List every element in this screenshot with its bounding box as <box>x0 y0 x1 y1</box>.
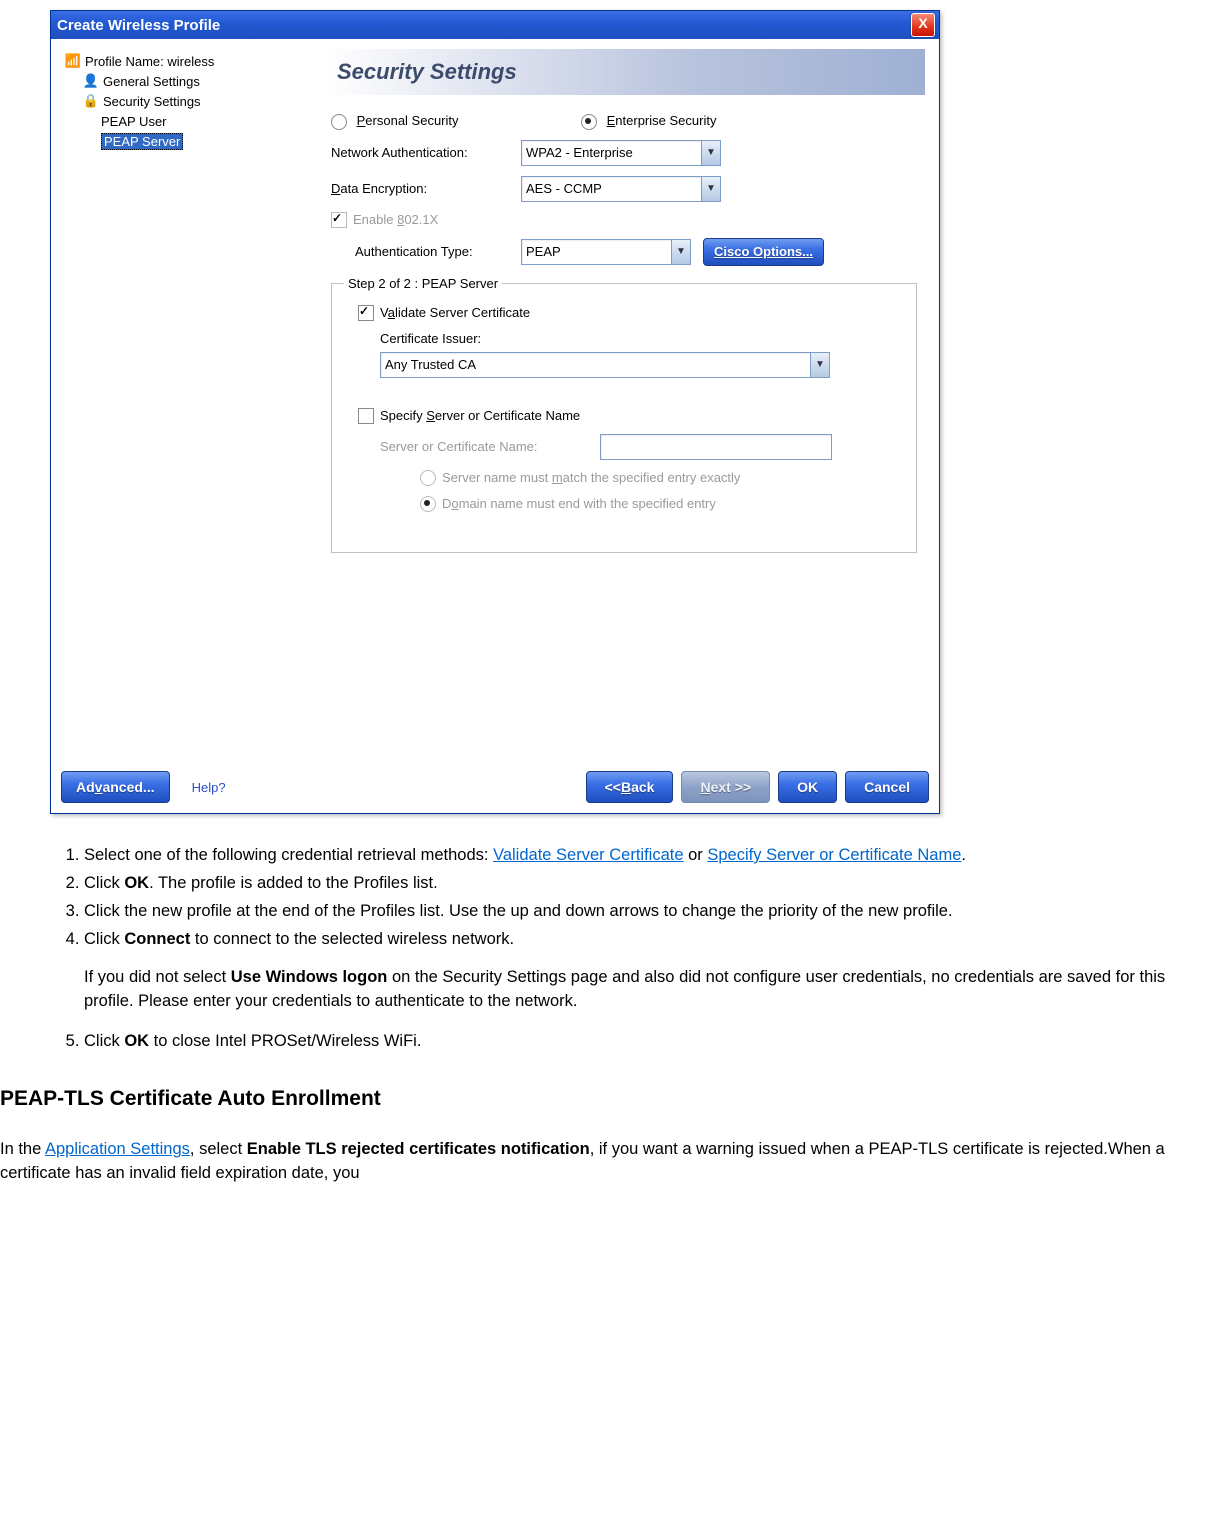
ok-button[interactable]: OK <box>778 771 837 803</box>
list-item: Select one of the following credential r… <box>84 844 1202 868</box>
help-link[interactable]: Help? <box>192 780 226 795</box>
checkbox-icon <box>358 408 374 424</box>
select-value: AES - CCMP <box>526 181 602 196</box>
lock-icon: 🔒 <box>83 93 99 109</box>
specify-server-name-link[interactable]: Specify Server or Certificate Name <box>707 846 961 864</box>
chevron-down-icon: ▼ <box>701 141 720 165</box>
list-item: Click Connect to connect to the selected… <box>84 928 1202 1014</box>
titlebar: Create Wireless Profile X <box>51 11 939 39</box>
doc-text: Select one of the following credential r… <box>0 814 1212 1186</box>
create-wireless-profile-window: Create Wireless Profile X 📶 Profile Name… <box>50 10 940 814</box>
list-item: Click OK to close Intel PROSet/Wireless … <box>84 1030 1202 1054</box>
checkbox-icon <box>331 212 347 228</box>
peap-server-step-box: Step 2 of 2 : PEAP Server Validate Serve… <box>331 276 917 553</box>
tree-item-label: Profile Name: wireless <box>85 54 214 69</box>
validate-cert-checkbox[interactable]: Validate Server Certificate Validate Ser… <box>358 305 904 321</box>
tree-item-general-settings[interactable]: 👤 General Settings <box>61 71 309 91</box>
select-value: Any Trusted CA <box>385 357 476 372</box>
list-item: Click the new profile at the end of the … <box>84 900 1202 924</box>
wifi-icon: 📶 <box>65 53 81 69</box>
cancel-button[interactable]: Cancel <box>845 771 929 803</box>
checkbox-icon <box>358 305 374 321</box>
window-title: Create Wireless Profile <box>57 17 911 34</box>
server-name-label: Server or Certificate Name: <box>380 439 600 454</box>
server-name-input <box>600 434 832 460</box>
network-auth-label: Network Authentication: <box>331 145 521 160</box>
chevron-down-icon: ▼ <box>701 177 720 201</box>
cisco-options-button[interactable]: Cisco Options... <box>703 238 824 266</box>
tree-item-peap-server[interactable]: PEAP Server <box>61 131 309 151</box>
button-label: Cisco Options... <box>714 244 813 259</box>
validate-server-cert-link[interactable]: Validate Server Certificate <box>493 846 683 864</box>
tree-item-label: PEAP User <box>101 114 167 129</box>
tree-item-label: General Settings <box>103 74 200 89</box>
radio-icon <box>331 114 347 130</box>
step-legend: Step 2 of 2 : PEAP Server <box>344 276 502 291</box>
tree-item-label: Security Settings <box>103 94 201 109</box>
enterprise-security-radio[interactable]: EEnterprise Securitynterprise Security <box>581 113 716 130</box>
radio-icon <box>420 470 436 486</box>
next-button: Next >> Next >> <box>681 771 770 803</box>
domain-end-radio: Domain name must end with the specified … <box>380 496 904 512</box>
select-value: WPA2 - Enterprise <box>526 145 633 160</box>
radio-icon <box>420 496 436 512</box>
close-icon[interactable]: X <box>911 13 935 37</box>
user-icon: 👤 <box>83 73 99 89</box>
network-auth-select[interactable]: WPA2 - Enterprise ▼ <box>521 140 721 166</box>
cert-issuer-select[interactable]: Any Trusted CA ▼ <box>380 352 830 378</box>
tree-item-peap-user[interactable]: PEAP User <box>61 111 309 131</box>
banner-title: Security Settings <box>323 49 925 95</box>
profile-tree: 📶 Profile Name: wireless 👤 General Setti… <box>57 45 313 757</box>
list-item: Click OK. The profile is added to the Pr… <box>84 872 1202 896</box>
personal-security-radio[interactable]: PPersonal Securityersonal Security <box>331 113 581 130</box>
tree-item-profile[interactable]: 📶 Profile Name: wireless <box>61 51 309 71</box>
data-encryption-select[interactable]: AES - CCMP ▼ <box>521 176 721 202</box>
cert-issuer-label: Certificate Issuer: <box>380 331 904 346</box>
application-settings-link[interactable]: Application Settings <box>45 1140 190 1158</box>
specify-server-name-checkbox[interactable]: Specify Server or Certificate Name Speci… <box>358 408 904 424</box>
radio-icon <box>581 114 597 130</box>
enable-8021x-checkbox: Enable 802.1X Enable 802.1X <box>331 212 917 228</box>
advanced-button[interactable]: Advanced... Advanced... <box>61 771 170 803</box>
auth-type-label: Authentication Type: <box>355 244 521 259</box>
match-exact-radio: Server name must match the specified ent… <box>380 470 904 486</box>
chevron-down-icon: ▼ <box>671 240 690 264</box>
section-heading: PEAP-TLS Certificate Auto Enrollment <box>0 1084 1212 1114</box>
auth-type-select[interactable]: PEAP ▼ <box>521 239 691 265</box>
tree-item-label: PEAP Server <box>101 133 183 150</box>
select-value: PEAP <box>526 244 561 259</box>
back-button[interactable]: << Back << Back <box>586 771 674 803</box>
tree-item-security-settings[interactable]: 🔒 Security Settings <box>61 91 309 111</box>
chevron-down-icon: ▼ <box>810 353 829 377</box>
content-pane: Security Settings PPersonal Securityerso… <box>319 45 933 757</box>
